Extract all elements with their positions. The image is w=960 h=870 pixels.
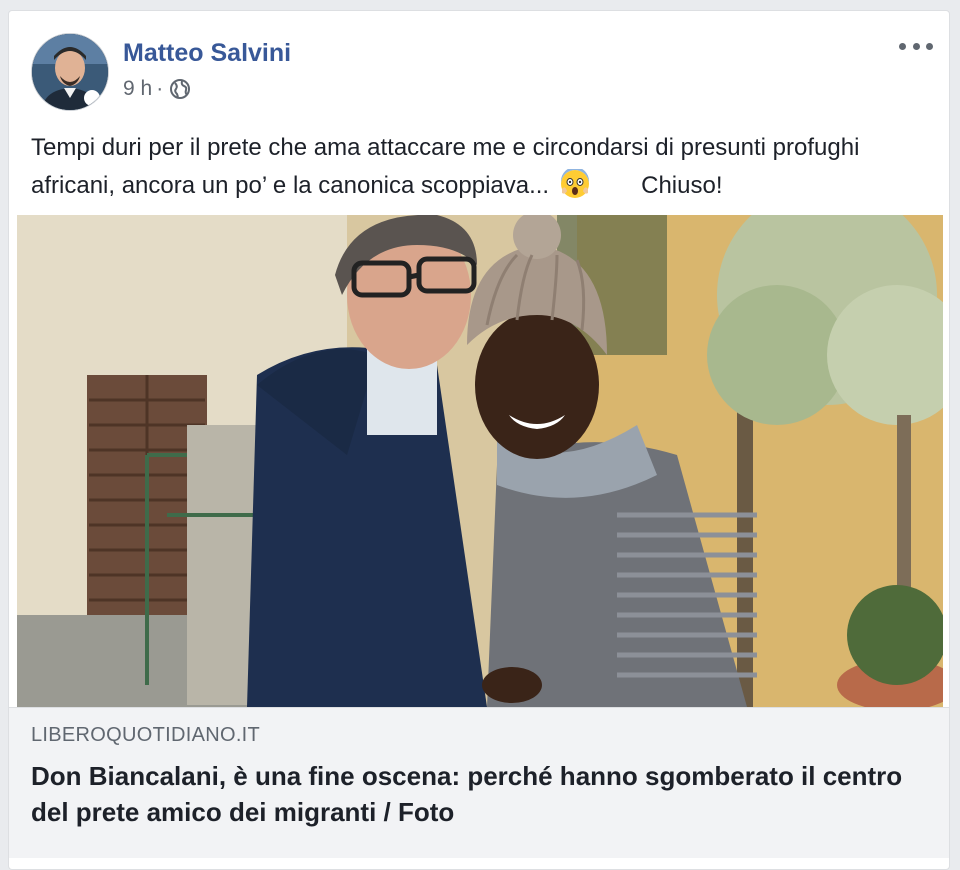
link-domain: LIBEROQUOTIDIANO.IT [31,724,261,746]
link-title[interactable]: Don Biancalani, è una fine oscena: perch… [31,758,931,830]
post-time[interactable]: 9 h [123,77,152,101]
post-text-main: Tempi duri per il prete che ama attaccar… [31,134,860,199]
post-photo[interactable] [17,215,943,707]
globe-icon[interactable] [169,78,191,100]
author-name[interactable]: Matteo Salvini [123,39,291,68]
link-preview[interactable]: LIBEROQUOTIDIANO.IT Don Biancalani, è un… [9,707,949,858]
dot-icon [899,42,906,50]
dot-icon [926,42,933,50]
author-avatar[interactable] [31,33,109,111]
post-card: Matteo Salvini 9 h · Tempi duri per il p… [8,10,950,870]
photo-image [17,215,943,707]
post-text: Tempi duri per il prete che ama attaccar… [31,129,931,205]
post-header: Matteo Salvini 9 h · [9,11,949,121]
avatar-image [32,34,108,110]
face-screaming-in-fear-icon [560,167,590,199]
meta-separator: · [156,77,164,100]
more-options-button[interactable] [899,35,933,57]
post-meta: 9 h · [123,77,191,101]
post-text-closing: Chiuso! [641,172,723,199]
dot-icon [912,42,920,50]
